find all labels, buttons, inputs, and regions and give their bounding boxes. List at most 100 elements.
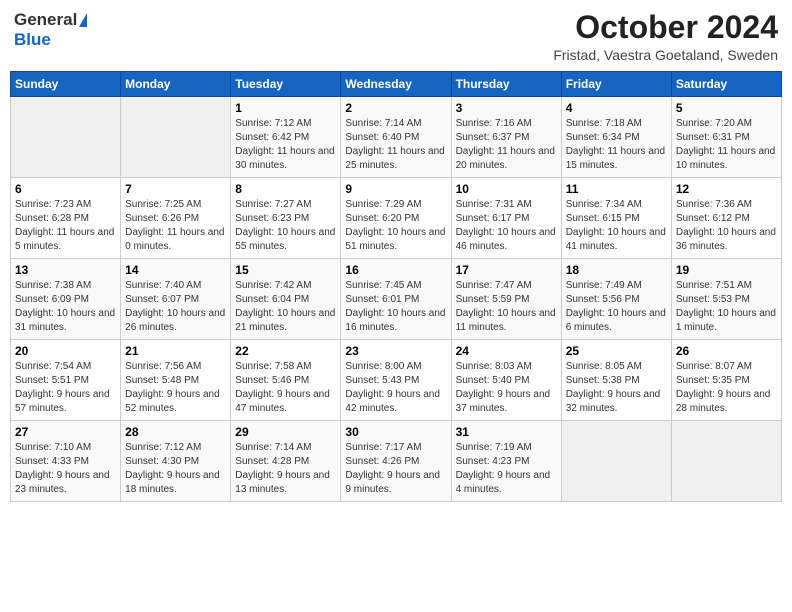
day-detail: Sunrise: 8:00 AM Sunset: 5:43 PM Dayligh… [345,360,446,416]
daylight-text: Daylight: 11 hours and 0 minutes. [125,227,224,252]
daylight-text: Daylight: 11 hours and 15 minutes. [566,146,665,171]
sunset-text: Sunset: 6:04 PM [235,294,309,305]
sunset-text: Sunset: 4:30 PM [125,456,199,467]
sunrise-text: Sunrise: 7:25 AM [125,199,201,210]
daylight-text: Daylight: 10 hours and 51 minutes. [345,227,445,252]
day-number: 17 [456,263,557,277]
day-number: 22 [235,344,336,358]
daylight-text: Daylight: 11 hours and 20 minutes. [456,146,555,171]
sunset-text: Sunset: 6:42 PM [235,132,309,143]
day-detail: Sunrise: 7:58 AM Sunset: 5:46 PM Dayligh… [235,360,336,416]
daylight-text: Daylight: 10 hours and 1 minute. [676,308,776,333]
sunset-text: Sunset: 6:23 PM [235,213,309,224]
sunset-text: Sunset: 6:28 PM [15,213,89,224]
day-detail: Sunrise: 7:45 AM Sunset: 6:01 PM Dayligh… [345,279,446,335]
month-title: October 2024 [553,10,778,45]
calendar-day-cell: 10 Sunrise: 7:31 AM Sunset: 6:17 PM Dayl… [451,178,561,259]
sunrise-text: Sunrise: 8:03 AM [456,361,532,372]
daylight-text: Daylight: 10 hours and 31 minutes. [15,308,115,333]
weekday-header-cell: Friday [561,72,671,97]
sunset-text: Sunset: 4:33 PM [15,456,89,467]
day-number: 31 [456,425,557,439]
day-detail: Sunrise: 7:12 AM Sunset: 6:42 PM Dayligh… [235,117,336,173]
sunset-text: Sunset: 6:01 PM [345,294,419,305]
day-number: 1 [235,101,336,115]
calendar-day-cell: 23 Sunrise: 8:00 AM Sunset: 5:43 PM Dayl… [341,340,451,421]
sunrise-text: Sunrise: 7:29 AM [345,199,421,210]
calendar-day-cell: 25 Sunrise: 8:05 AM Sunset: 5:38 PM Dayl… [561,340,671,421]
weekday-header-cell: Sunday [11,72,121,97]
daylight-text: Daylight: 10 hours and 46 minutes. [456,227,556,252]
sunset-text: Sunset: 5:43 PM [345,375,419,386]
calendar-day-cell: 9 Sunrise: 7:29 AM Sunset: 6:20 PM Dayli… [341,178,451,259]
sunset-text: Sunset: 6:20 PM [345,213,419,224]
calendar-day-cell: 26 Sunrise: 8:07 AM Sunset: 5:35 PM Dayl… [671,340,781,421]
day-number: 9 [345,182,446,196]
day-number: 18 [566,263,667,277]
sunrise-text: Sunrise: 7:42 AM [235,280,311,291]
sunrise-text: Sunrise: 7:20 AM [676,118,752,129]
day-number: 7 [125,182,226,196]
day-detail: Sunrise: 7:34 AM Sunset: 6:15 PM Dayligh… [566,198,667,254]
day-detail: Sunrise: 7:12 AM Sunset: 4:30 PM Dayligh… [125,441,226,497]
calendar-day-cell: 14 Sunrise: 7:40 AM Sunset: 6:07 PM Dayl… [121,259,231,340]
calendar-day-cell: 28 Sunrise: 7:12 AM Sunset: 4:30 PM Dayl… [121,421,231,502]
day-number: 16 [345,263,446,277]
calendar-body: 1 Sunrise: 7:12 AM Sunset: 6:42 PM Dayli… [11,97,782,502]
calendar-day-cell [671,421,781,502]
sunset-text: Sunset: 6:15 PM [566,213,640,224]
daylight-text: Daylight: 9 hours and 32 minutes. [566,389,661,414]
calendar-day-cell: 5 Sunrise: 7:20 AM Sunset: 6:31 PM Dayli… [671,97,781,178]
daylight-text: Daylight: 9 hours and 28 minutes. [676,389,771,414]
day-number: 2 [345,101,446,115]
calendar-day-cell: 4 Sunrise: 7:18 AM Sunset: 6:34 PM Dayli… [561,97,671,178]
daylight-text: Daylight: 9 hours and 42 minutes. [345,389,440,414]
sunset-text: Sunset: 4:26 PM [345,456,419,467]
calendar-week-row: 6 Sunrise: 7:23 AM Sunset: 6:28 PM Dayli… [11,178,782,259]
day-detail: Sunrise: 7:10 AM Sunset: 4:33 PM Dayligh… [15,441,116,497]
calendar-day-cell: 29 Sunrise: 7:14 AM Sunset: 4:28 PM Dayl… [231,421,341,502]
day-detail: Sunrise: 7:20 AM Sunset: 6:31 PM Dayligh… [676,117,777,173]
sunrise-text: Sunrise: 7:27 AM [235,199,311,210]
daylight-text: Daylight: 9 hours and 47 minutes. [235,389,330,414]
daylight-text: Daylight: 10 hours and 41 minutes. [566,227,666,252]
logo-general-text: General [14,10,77,30]
calendar-day-cell: 12 Sunrise: 7:36 AM Sunset: 6:12 PM Dayl… [671,178,781,259]
weekday-header-cell: Tuesday [231,72,341,97]
day-detail: Sunrise: 7:36 AM Sunset: 6:12 PM Dayligh… [676,198,777,254]
day-number: 20 [15,344,116,358]
day-number: 4 [566,101,667,115]
sunset-text: Sunset: 6:31 PM [676,132,750,143]
day-number: 3 [456,101,557,115]
sunrise-text: Sunrise: 7:38 AM [15,280,91,291]
day-detail: Sunrise: 8:03 AM Sunset: 5:40 PM Dayligh… [456,360,557,416]
sunrise-text: Sunrise: 7:49 AM [566,280,642,291]
day-number: 11 [566,182,667,196]
calendar-day-cell: 19 Sunrise: 7:51 AM Sunset: 5:53 PM Dayl… [671,259,781,340]
day-detail: Sunrise: 7:18 AM Sunset: 6:34 PM Dayligh… [566,117,667,173]
calendar-day-cell: 24 Sunrise: 8:03 AM Sunset: 5:40 PM Dayl… [451,340,561,421]
day-number: 13 [15,263,116,277]
day-detail: Sunrise: 8:05 AM Sunset: 5:38 PM Dayligh… [566,360,667,416]
calendar-day-cell: 16 Sunrise: 7:45 AM Sunset: 6:01 PM Dayl… [341,259,451,340]
sunrise-text: Sunrise: 7:10 AM [15,442,91,453]
location-title: Fristad, Vaestra Goetaland, Sweden [553,47,778,63]
calendar-day-cell: 15 Sunrise: 7:42 AM Sunset: 6:04 PM Dayl… [231,259,341,340]
calendar-day-cell: 27 Sunrise: 7:10 AM Sunset: 4:33 PM Dayl… [11,421,121,502]
calendar-day-cell: 30 Sunrise: 7:17 AM Sunset: 4:26 PM Dayl… [341,421,451,502]
sunset-text: Sunset: 6:37 PM [456,132,530,143]
daylight-text: Daylight: 10 hours and 55 minutes. [235,227,335,252]
sunset-text: Sunset: 5:46 PM [235,375,309,386]
day-number: 10 [456,182,557,196]
calendar-week-row: 1 Sunrise: 7:12 AM Sunset: 6:42 PM Dayli… [11,97,782,178]
sunset-text: Sunset: 5:53 PM [676,294,750,305]
daylight-text: Daylight: 9 hours and 13 minutes. [235,470,330,495]
sunrise-text: Sunrise: 7:12 AM [235,118,311,129]
calendar-day-cell: 8 Sunrise: 7:27 AM Sunset: 6:23 PM Dayli… [231,178,341,259]
calendar-day-cell: 21 Sunrise: 7:56 AM Sunset: 5:48 PM Dayl… [121,340,231,421]
daylight-text: Daylight: 10 hours and 16 minutes. [345,308,445,333]
sunset-text: Sunset: 5:40 PM [456,375,530,386]
sunrise-text: Sunrise: 7:12 AM [125,442,201,453]
title-area: October 2024 Fristad, Vaestra Goetaland,… [553,10,778,63]
day-number: 6 [15,182,116,196]
